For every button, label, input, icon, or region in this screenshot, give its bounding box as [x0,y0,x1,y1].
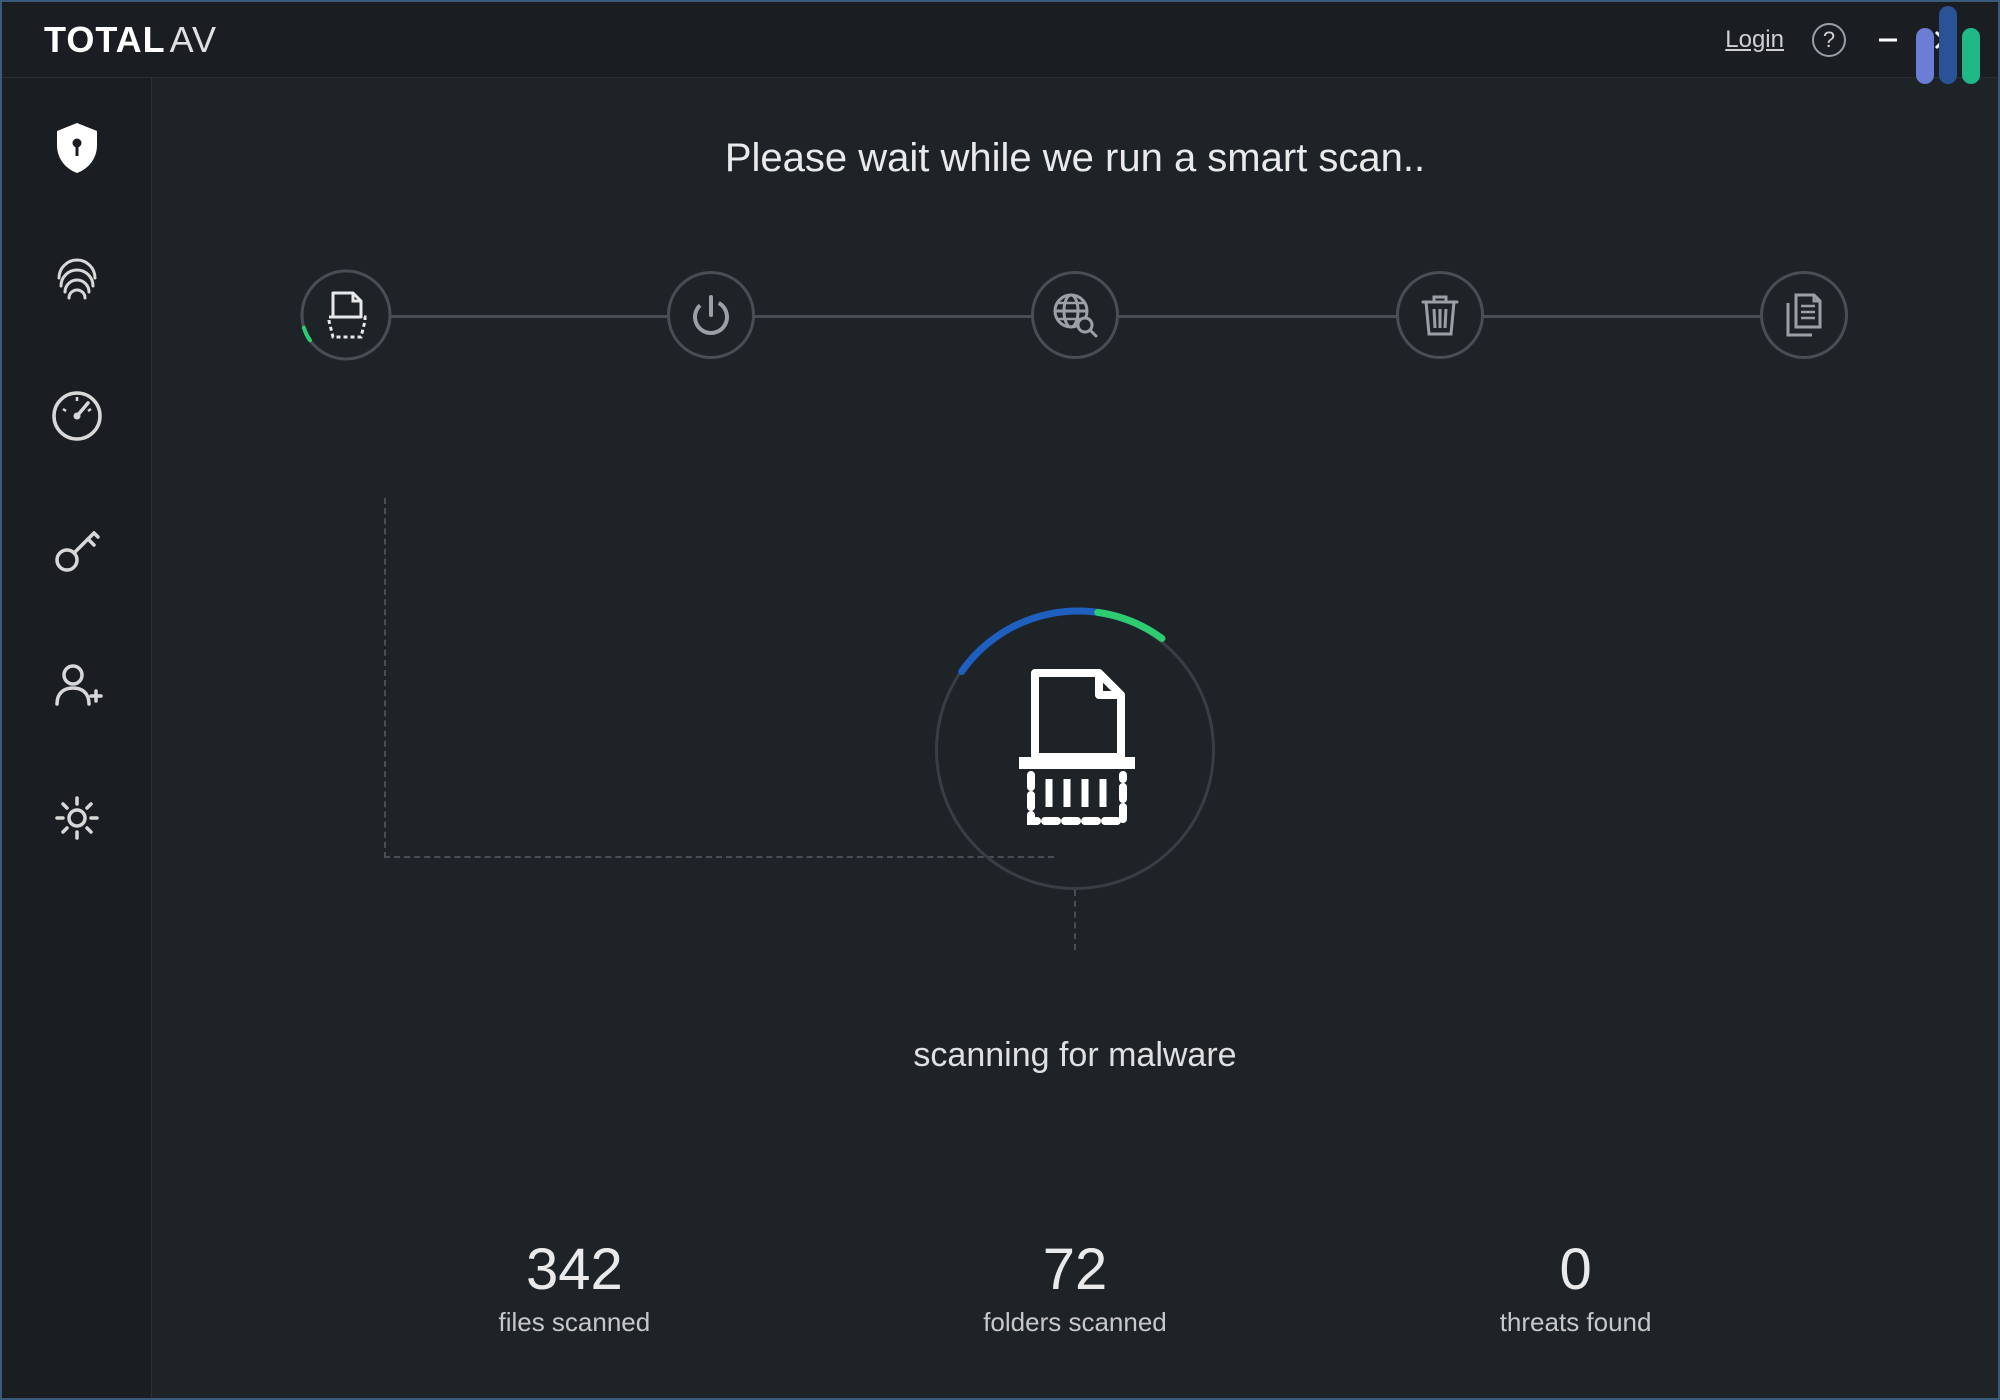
logo-text-bold: TOTAL [44,19,166,61]
dashed-down-connector [1074,890,1076,950]
help-button[interactable]: ? [1812,23,1846,57]
stat-value: 342 [498,1236,650,1303]
sidebar-item-performance[interactable] [45,384,109,448]
stat-label: folders scanned [983,1307,1167,1338]
stat-folders-scanned: 72 folders scanned [983,1236,1167,1338]
globe-search-icon [1051,291,1099,339]
logo-text-light: AV [170,19,217,61]
app-window: TOTAL AV Login ? [0,0,2000,1400]
duplicate-files-icon [1782,291,1826,339]
watermark-logo [1916,6,1980,84]
minimize-button[interactable] [1874,26,1902,54]
step-duplicates[interactable] [1760,271,1848,359]
trash-icon [1420,292,1460,338]
sidebar-item-family[interactable] [45,652,109,716]
gear-icon [51,792,103,844]
watermark-bar [1962,28,1980,84]
step-web-protection[interactable] [1031,271,1119,359]
sidebar-item-privacy[interactable] [45,250,109,314]
step-malware-scan[interactable] [302,271,390,359]
step-startup[interactable] [667,271,755,359]
key-icon [50,523,104,577]
scan-status-label: scanning for malware [152,1036,1998,1075]
stat-files-scanned: 342 files scanned [498,1236,650,1338]
stat-threats-found: 0 threats found [1500,1236,1652,1338]
watermark-bar [1916,28,1934,84]
page-title: Please wait while we run a smart scan.. [232,136,1918,181]
scan-stats: 342 files scanned 72 folders scanned 0 t… [152,1236,1998,1338]
stat-value: 0 [1500,1236,1652,1303]
sidebar-item-settings[interactable] [45,786,109,850]
step-progress-ring [299,268,393,362]
sidebar-item-protection[interactable] [45,116,109,180]
step-junk-cleanup[interactable] [1396,271,1484,359]
titlebar: TOTAL AV Login ? [2,2,1998,78]
watermark-bar [1939,6,1957,84]
scan-progress-ring [928,603,1228,903]
minimize-icon [1877,29,1899,51]
app-logo: TOTAL AV [44,19,217,61]
stat-label: threats found [1500,1307,1652,1338]
speedometer-icon [50,389,104,443]
sidebar-item-password[interactable] [45,518,109,582]
sidebar [2,78,152,1398]
power-icon [689,293,733,337]
scan-progress [935,610,1215,890]
fingerprint-icon [51,256,103,308]
scan-steps [232,271,1918,359]
help-icon: ? [1823,27,1835,53]
add-user-icon [51,658,103,710]
main-panel: Please wait while we run a smart scan.. [152,78,1998,1398]
stat-label: files scanned [498,1307,650,1338]
content: Please wait while we run a smart scan.. [2,78,1998,1398]
scan-circle [935,610,1215,890]
login-link[interactable]: Login [1725,26,1784,54]
shield-icon [53,121,101,175]
stat-value: 72 [983,1236,1167,1303]
